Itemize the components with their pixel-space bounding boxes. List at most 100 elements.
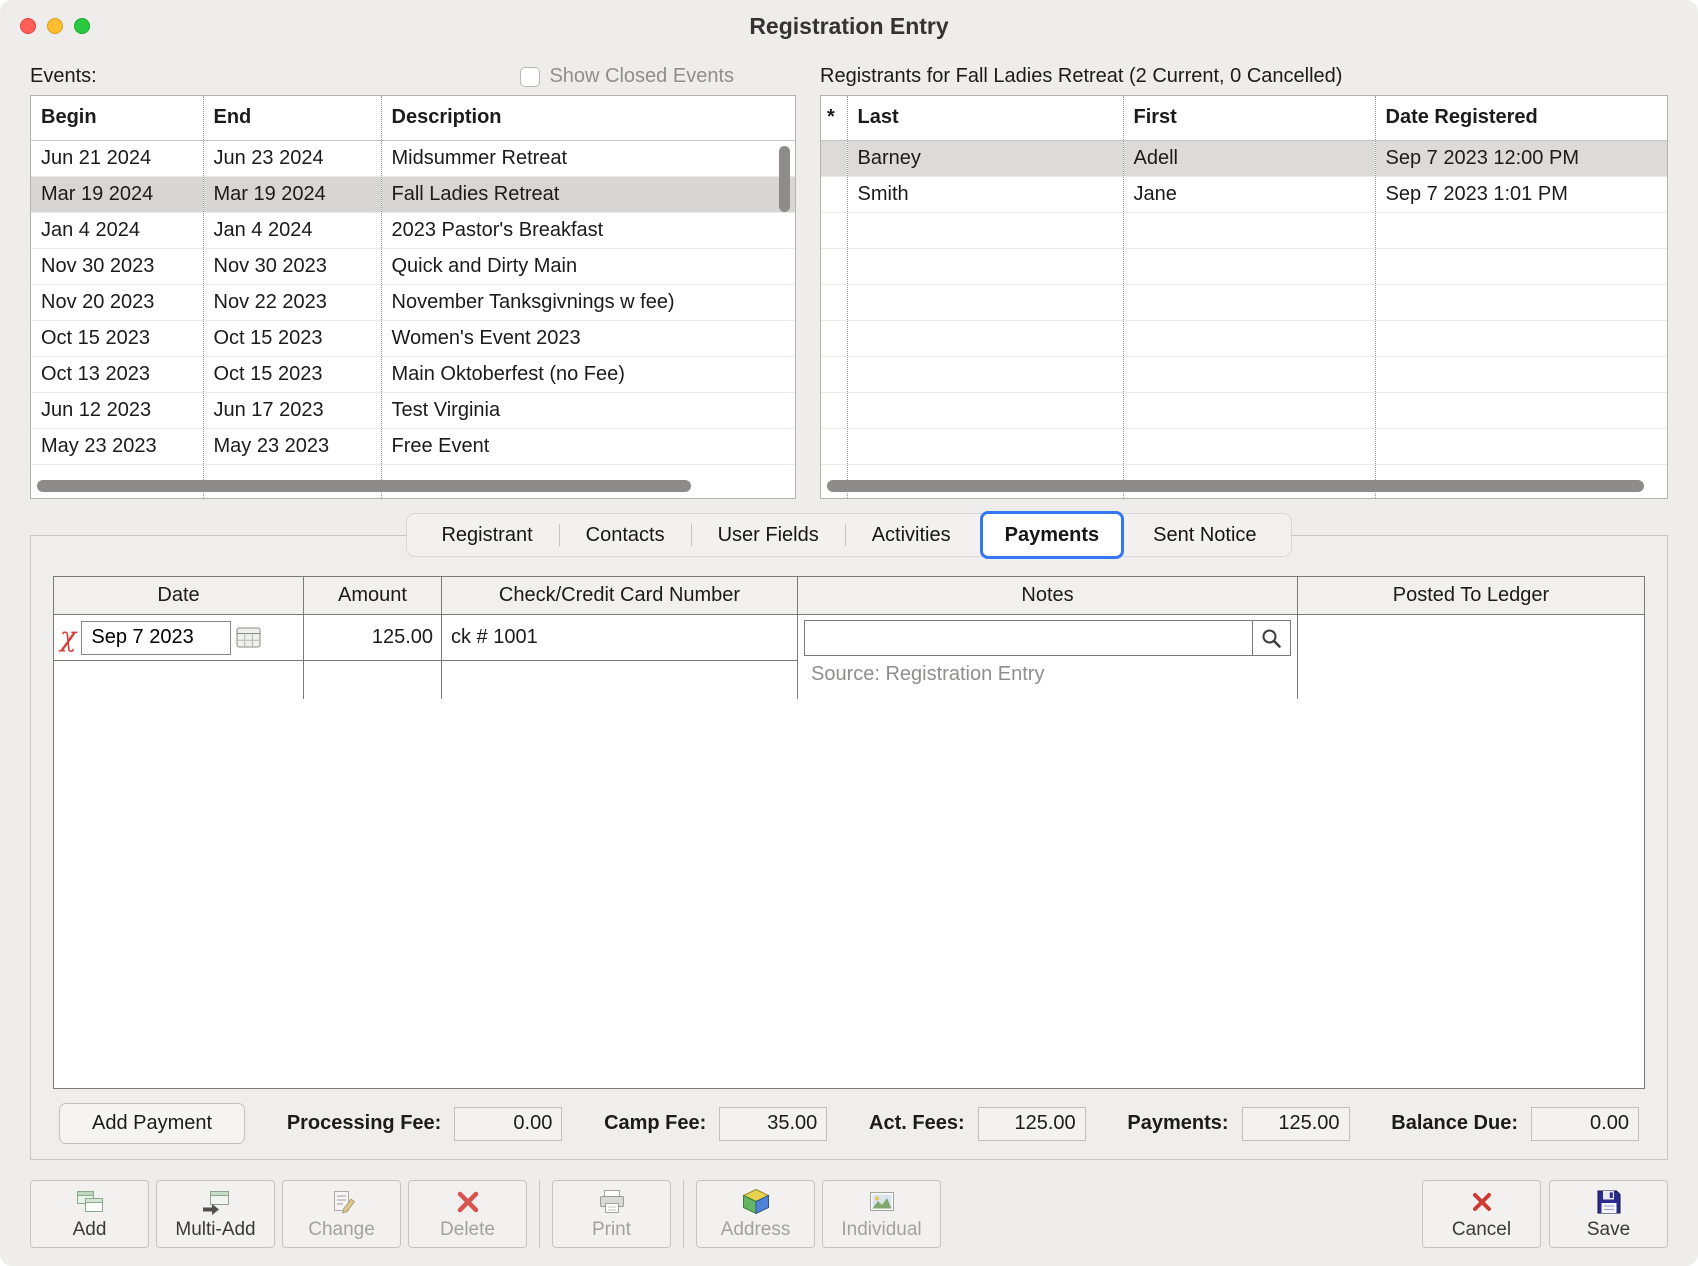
- window-title: Registration Entry: [749, 13, 948, 40]
- tab-activities[interactable]: Activities: [846, 513, 977, 557]
- fees-row: Add Payment Processing Fee: 0.00 Camp Fe…: [53, 1103, 1645, 1144]
- registrant-row-selected[interactable]: Barney Adell Sep 7 2023 12:00 PM: [821, 140, 1667, 176]
- event-row[interactable]: Oct 13 2023Oct 15 2023Main Oktoberfest (…: [31, 356, 795, 392]
- tab-sent-notice[interactable]: Sent Notice: [1127, 513, 1282, 557]
- cancel-button[interactable]: Cancel: [1422, 1180, 1541, 1248]
- event-row[interactable]: Jan 4 2024Jan 4 20242023 Pastor's Breakf…: [31, 212, 795, 248]
- payment-notes-cell: Source: Registration Entry: [798, 615, 1298, 699]
- payment-source-label: Source: Registration Entry: [798, 656, 1297, 686]
- event-row[interactable]: Nov 30 2023Nov 30 2023Quick and Dirty Ma…: [31, 248, 795, 284]
- tab-payments[interactable]: Payments: [980, 511, 1125, 559]
- event-row[interactable]: Nov 20 2023Nov 22 2023November Tanksgivn…: [31, 284, 795, 320]
- registrant-row[interactable]: Smith Jane Sep 7 2023 1:01 PM: [821, 176, 1667, 212]
- empty-row: [821, 320, 1667, 356]
- payment-notes-input[interactable]: [804, 620, 1291, 656]
- event-row[interactable]: Jun 12 2023Jun 17 2023Test Virginia: [31, 392, 795, 428]
- print-button-label: Print: [592, 1219, 631, 1241]
- events-table: Begin End Description Jun 21 2024Jun 23 …: [30, 95, 796, 499]
- payment-date-input[interactable]: [81, 621, 231, 655]
- registrants-horizontal-scrollbar[interactable]: [827, 478, 1661, 494]
- registrants-header-row: * Last First Date Registered: [821, 96, 1667, 140]
- minimize-window-button[interactable]: [47, 18, 63, 34]
- fee-label: Balance Due:: [1391, 1112, 1518, 1135]
- payment-amount-cell: 125.00: [304, 615, 442, 699]
- payments-col-check-number: Check/Credit Card Number: [442, 577, 798, 615]
- payment-check-cell: ck # 1001: [442, 615, 798, 699]
- empty-row: [821, 356, 1667, 392]
- payment-amount-field[interactable]: 125.00: [304, 615, 441, 661]
- registration-entry-window: Registration Entry Events: Show Closed E…: [0, 0, 1698, 1266]
- event-row[interactable]: May 23 2023May 23 2023Free Event: [31, 428, 795, 464]
- toolbar-separator: [539, 1180, 540, 1248]
- payment-notes-value[interactable]: [805, 621, 1252, 655]
- titlebar: Registration Entry: [0, 0, 1698, 52]
- tab-contacts[interactable]: Contacts: [560, 513, 691, 557]
- fee-processing: Processing Fee: 0.00: [287, 1107, 563, 1141]
- payments-header-row: Date Amount Check/Credit Card Number Not…: [54, 577, 1644, 615]
- tab-user-fields[interactable]: User Fields: [692, 513, 845, 557]
- delete-payment-icon[interactable]: χ: [60, 624, 76, 651]
- delete-button[interactable]: Delete: [408, 1180, 527, 1248]
- event-row[interactable]: Jun 21 2024Jun 23 2024Midsummer Retreat: [31, 140, 795, 176]
- bottom-toolbar: Add Multi-Add Change Delete Print: [0, 1180, 1698, 1248]
- save-button[interactable]: Save: [1549, 1180, 1668, 1248]
- registrants-table: * Last First Date Registered Barney Adel…: [820, 95, 1668, 499]
- toolbar-right-group: Cancel Save: [1422, 1180, 1668, 1248]
- fee-payments: Payments: 125.00: [1127, 1107, 1349, 1141]
- fee-label: Processing Fee:: [287, 1112, 442, 1135]
- add-button[interactable]: Add: [30, 1180, 149, 1248]
- delete-icon: [455, 1188, 481, 1216]
- show-closed-events-label: Show Closed Events: [549, 65, 734, 88]
- tabbar: Registrant Contacts User Fields Activiti…: [406, 513, 1291, 557]
- address-button-label: Address: [721, 1219, 791, 1241]
- empty-row: [821, 284, 1667, 320]
- top-row: Events: Show Closed Events Begin End Des…: [0, 52, 1698, 499]
- fee-value: 125.00: [1242, 1107, 1350, 1141]
- fee-activities: Act. Fees: 125.00: [869, 1107, 1086, 1141]
- show-closed-events-checkbox[interactable]: Show Closed Events: [520, 65, 734, 88]
- scrollbar-thumb[interactable]: [827, 480, 1644, 492]
- payment-date-cell: χ: [54, 615, 304, 699]
- print-button[interactable]: Print: [552, 1180, 671, 1248]
- event-row-selected[interactable]: Mar 19 2024Mar 19 2024Fall Ladies Retrea…: [31, 176, 795, 212]
- payments-panel: Date Amount Check/Credit Card Number Not…: [30, 535, 1668, 1160]
- events-horizontal-scrollbar[interactable]: [37, 478, 789, 494]
- address-icon: [742, 1188, 770, 1216]
- scrollbar-thumb[interactable]: [779, 146, 790, 212]
- checkbox-icon[interactable]: [520, 67, 540, 87]
- event-row[interactable]: Oct 15 2023Oct 15 2023Women's Event 2023: [31, 320, 795, 356]
- change-button-label: Change: [308, 1219, 375, 1241]
- payments-table: Date Amount Check/Credit Card Number Not…: [53, 576, 1645, 1089]
- close-window-button[interactable]: [20, 18, 36, 34]
- payments-col-notes: Notes: [798, 577, 1298, 615]
- save-icon: [1596, 1188, 1622, 1216]
- payments-col-date: Date: [54, 577, 304, 615]
- magnifier-icon[interactable]: [1252, 621, 1290, 655]
- events-vertical-scrollbar[interactable]: [777, 144, 793, 468]
- events-col-begin: Begin: [31, 96, 203, 140]
- fee-balance-due: Balance Due: 0.00: [1391, 1107, 1639, 1141]
- change-button[interactable]: Change: [282, 1180, 401, 1248]
- fee-value: 0.00: [454, 1107, 562, 1141]
- add-payment-button[interactable]: Add Payment: [59, 1103, 245, 1144]
- registrants-header: Registrants for Fall Ladies Retreat (2 C…: [820, 58, 1668, 95]
- print-icon: [597, 1188, 627, 1216]
- empty-row: [821, 392, 1667, 428]
- registrants-title: Registrants for Fall Ladies Retreat (2 C…: [820, 65, 1342, 88]
- calendar-icon[interactable]: [236, 627, 261, 648]
- delete-button-label: Delete: [440, 1219, 495, 1241]
- events-label: Events:: [30, 65, 97, 88]
- fee-value: 125.00: [978, 1107, 1086, 1141]
- registrants-col-date-registered: Date Registered: [1375, 96, 1667, 140]
- individual-button[interactable]: Individual: [822, 1180, 941, 1248]
- address-button[interactable]: Address: [696, 1180, 815, 1248]
- payment-check-field[interactable]: ck # 1001: [442, 615, 797, 661]
- traffic-lights: [20, 0, 90, 52]
- events-col-description: Description: [381, 96, 795, 140]
- zoom-window-button[interactable]: [74, 18, 90, 34]
- individual-button-label: Individual: [841, 1219, 921, 1241]
- tab-registrant[interactable]: Registrant: [415, 513, 558, 557]
- multi-add-button[interactable]: Multi-Add: [156, 1180, 275, 1248]
- scrollbar-thumb[interactable]: [37, 480, 691, 492]
- fee-label: Camp Fee:: [604, 1112, 706, 1135]
